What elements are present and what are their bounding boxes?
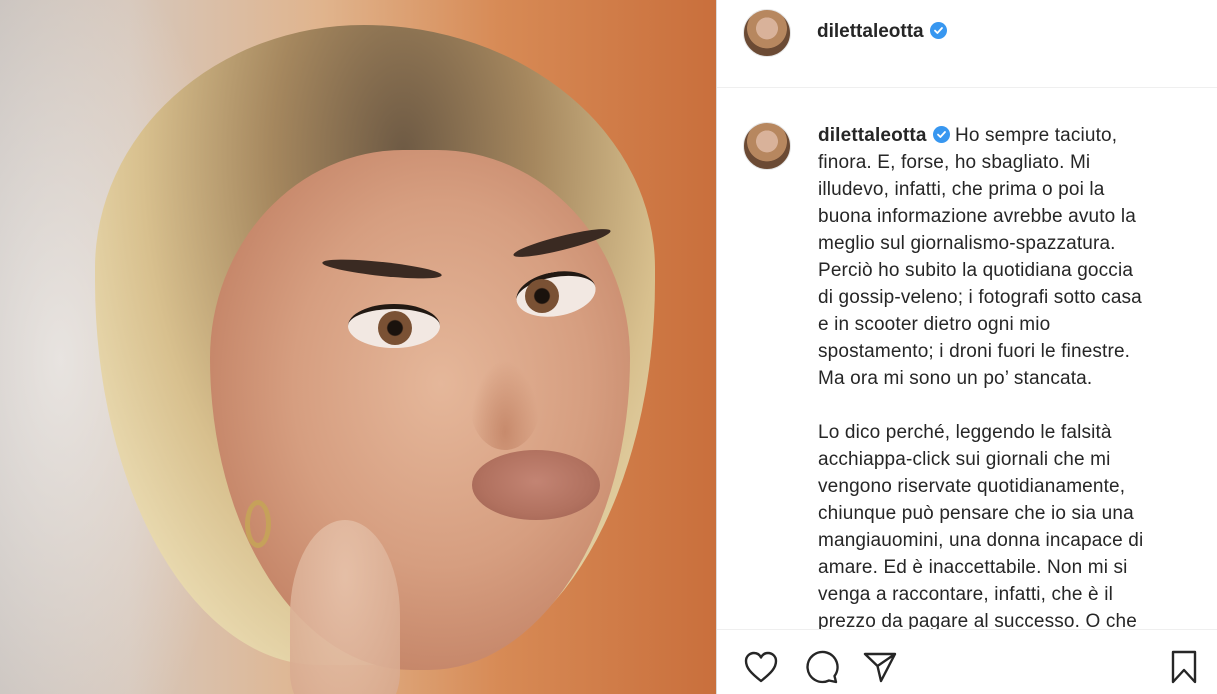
caption-paragraph-2: Lo dico perché, leggendo le falsità acchi…: [818, 419, 1188, 629]
caption-line: buona informazione avrebbe avuto la: [818, 206, 1136, 227]
comment-icon[interactable]: [802, 648, 840, 686]
caption-username[interactable]: dilettaleotta: [818, 125, 927, 146]
caption-line: Lo dico perché, leggendo le falsità: [818, 422, 1112, 443]
caption-line: vengono riservate quotidianamente,: [818, 476, 1126, 497]
caption-line: e in scooter dietro ogni mio: [818, 314, 1051, 335]
caption-line: di gossip-veleno; i fotografi sotto casa: [818, 287, 1142, 308]
verified-badge-icon: [929, 22, 947, 39]
caption-scroll-area[interactable]: dilettaleotta Ho sempre taciuto, finora. …: [717, 89, 1217, 629]
caption-line: Ho sempre taciuto,: [955, 125, 1118, 146]
caption-line: finora. E, forse, ho sbagliato. Mi: [818, 152, 1091, 173]
caption-line: chiunque può pensare che io sia una: [818, 503, 1134, 524]
caption-line: spostamento; i droni fuori le finestre.: [818, 341, 1131, 362]
photo-earring: [245, 500, 271, 548]
post-header: dilettaleotta: [717, 0, 1217, 88]
caption-text: dilettaleotta Ho sempre taciuto, finora. …: [818, 122, 1188, 629]
heart-icon[interactable]: [742, 648, 780, 686]
caption-line: Perciò ho subito la quotidiana goccia: [818, 260, 1134, 281]
caption-line: prezzo da pagare al successo. O che: [818, 611, 1137, 629]
photo-lips: [472, 450, 600, 520]
post-action-bar: [717, 629, 1217, 694]
caption-verified-icon: [932, 126, 950, 143]
header-username[interactable]: dilettaleotta: [817, 21, 947, 43]
caption-line: illudevo, infatti, che prima o poi la: [818, 179, 1105, 200]
photo-nose: [470, 360, 540, 450]
post-details-panel: dilettaleotta dilettaleotta Ho sempre ta…: [716, 0, 1217, 694]
paper-plane-icon[interactable]: [861, 648, 899, 686]
caption-line: Ma ora mi sono un po’ stancata.: [818, 368, 1093, 389]
caption-line: amare. Ed è inaccettabile. Non mi si: [818, 557, 1128, 578]
bookmark-icon[interactable]: [1165, 648, 1203, 686]
caption-line: meglio sul giornalismo-spazzatura.: [818, 233, 1116, 254]
header-username-text[interactable]: dilettaleotta: [817, 21, 924, 42]
post-photo[interactable]: [0, 0, 716, 694]
caption-avatar[interactable]: [743, 122, 791, 170]
caption-line: venga a raccontare, infatti, che è il: [818, 584, 1113, 605]
caption-line: mangiauomini, una donna incapace di: [818, 530, 1144, 551]
photo-right-iris: [525, 279, 559, 313]
caption-paragraph-1: dilettaleotta Ho sempre taciuto, finora. …: [818, 122, 1188, 392]
header-avatar[interactable]: [743, 9, 791, 57]
photo-left-iris: [378, 311, 412, 345]
caption-line: acchiappa-click sui giornali che mi: [818, 449, 1111, 470]
